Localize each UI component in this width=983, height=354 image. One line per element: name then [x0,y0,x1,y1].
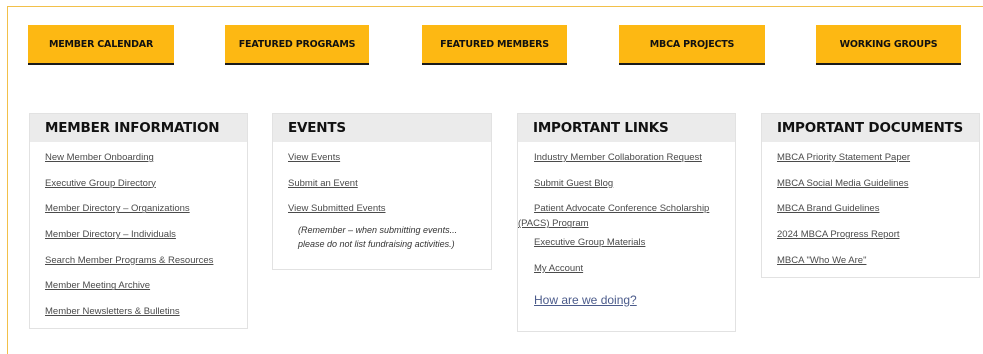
link-my-account[interactable]: My Account [518,263,735,289]
link-submit-guest-blog[interactable]: Submit Guest Blog [518,178,735,204]
link-who-we-are[interactable]: MBCA "Who We Are" [777,255,979,281]
link-list: New Member Onboarding Executive Group Di… [30,142,247,332]
events-note-line-2: please do not list fundraising activitie… [298,239,455,250]
featured-members-button[interactable]: FEATURED MEMBERS [422,25,567,65]
mbca-projects-button[interactable]: MBCA PROJECTS [619,25,765,65]
link-member-meeting-archive[interactable]: Member Meeting Archive [45,280,247,306]
important-links-panel: IMPORTANT LINKS Industry Member Collabor… [517,113,736,332]
working-groups-button[interactable]: WORKING GROUPS [816,25,961,65]
panel-title: IMPORTANT LINKS [518,114,735,142]
featured-programs-button[interactable]: FEATURED PROGRAMS [225,25,369,65]
link-brand-guidelines[interactable]: MBCA Brand Guidelines [777,203,979,229]
panel-title: EVENTS [273,114,491,142]
panel-title: MEMBER INFORMATION [30,114,247,142]
link-view-events[interactable]: View Events [288,152,491,178]
link-member-directory-individuals[interactable]: Member Directory – Individuals [45,229,247,255]
member-information-panel: MEMBER INFORMATION New Member Onboarding… [29,113,248,329]
link-social-media-guidelines[interactable]: MBCA Social Media Guidelines [777,178,979,204]
link-pacs-program[interactable]: Patient Advocate Conference Scholarship … [518,201,735,237]
events-panel: EVENTS View Events Submit an Event View … [272,113,492,270]
link-executive-group-directory[interactable]: Executive Group Directory [45,178,247,204]
link-industry-collaboration[interactable]: Industry Member Collaboration Request [518,152,735,178]
link-progress-report[interactable]: 2024 MBCA Progress Report [777,229,979,255]
link-submit-event[interactable]: Submit an Event [288,178,491,204]
member-calendar-button[interactable]: MEMBER CALENDAR [28,25,174,65]
link-list: Industry Member Collaboration Request Su… [518,142,735,307]
link-list: MBCA Priority Statement Paper MBCA Socia… [762,142,979,280]
link-member-directory-organizations[interactable]: Member Directory – Organizations [45,203,247,229]
link-search-member-programs[interactable]: Search Member Programs & Resources [45,255,247,281]
events-note-line-1: (Remember – when submitting events... [298,225,458,236]
link-executive-group-materials[interactable]: Executive Group Materials [518,237,735,263]
important-documents-panel: IMPORTANT DOCUMENTS MBCA Priority Statem… [761,113,980,278]
feedback-link[interactable]: How are we doing? [518,293,735,307]
link-priority-statement[interactable]: MBCA Priority Statement Paper [777,152,979,178]
panel-title: IMPORTANT DOCUMENTS [762,114,979,142]
link-member-newsletters[interactable]: Member Newsletters & Bulletins [45,306,247,332]
link-new-member-onboarding[interactable]: New Member Onboarding [45,152,247,178]
events-note: (Remember – when submitting events... pl… [288,223,491,251]
link-list: View Events Submit an Event View Submitt… [273,142,491,251]
